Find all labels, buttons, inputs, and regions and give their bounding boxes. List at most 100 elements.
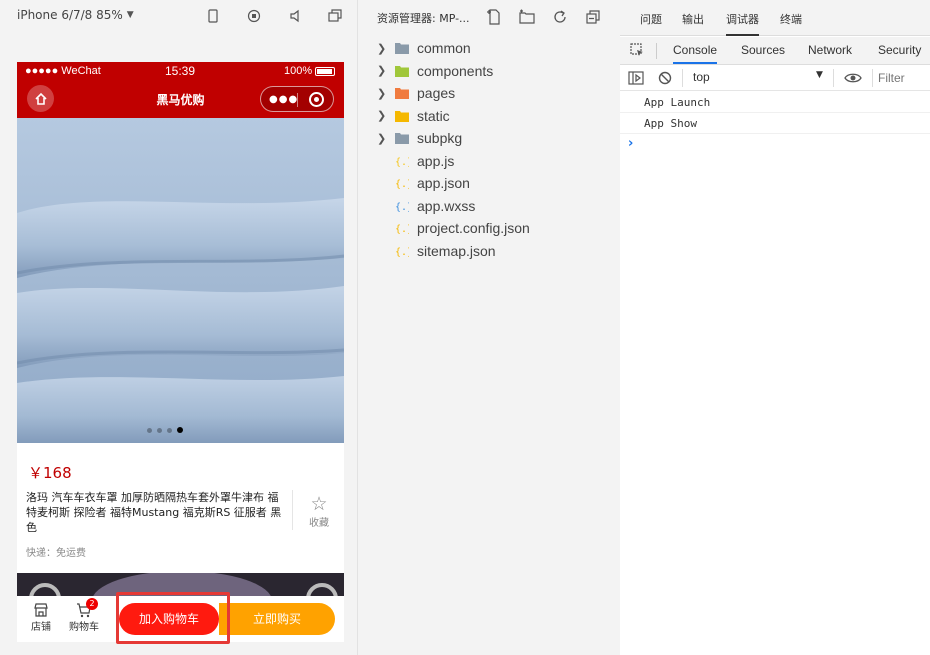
goods-nav: 店铺 2 购物车 加入购物车 立即购买	[17, 596, 344, 642]
tree-folder[interactable]: ❯ common	[359, 37, 620, 59]
record-icon[interactable]	[247, 9, 261, 23]
tab-output[interactable]: 输出	[682, 11, 704, 27]
tree-file[interactable]: {.} app.wxss	[359, 195, 620, 217]
folder-icon	[395, 133, 409, 144]
svg-text:{.}: {.}	[395, 224, 409, 234]
file-icon: {.}	[395, 247, 409, 257]
capsule-divider	[297, 93, 298, 107]
eye-icon[interactable]	[844, 71, 862, 85]
cart-button[interactable]: 2 购物车	[66, 598, 102, 633]
favorite-button[interactable]: ☆ 收藏	[304, 494, 334, 529]
tree-item-label: project.config.json	[417, 220, 530, 236]
file-icon: {.}	[395, 157, 409, 167]
cart-label: 购物车	[69, 622, 99, 633]
context-select[interactable]: top	[693, 70, 710, 84]
tree-file[interactable]: {.} sitemap.json	[359, 240, 620, 262]
svg-text:{.}: {.}	[395, 247, 409, 257]
chevron-right-icon: ❯	[377, 87, 387, 100]
close-miniprogram-icon[interactable]	[309, 92, 324, 107]
tree-folder[interactable]: ❯ components	[359, 60, 620, 82]
battery-percent: 100%	[284, 65, 313, 77]
tree-folder[interactable]: ❯ static	[359, 105, 620, 127]
menu-capsule: ●●●	[260, 86, 334, 112]
goods-swiper[interactable]	[17, 118, 344, 443]
clear-console-icon[interactable]	[658, 71, 672, 85]
divider	[656, 43, 657, 59]
chevron-right-icon: ❯	[377, 110, 387, 122]
battery-icon	[315, 67, 335, 76]
tab-debugger[interactable]: 调试器	[726, 11, 759, 36]
simulator-panel: iPhone 6/7/8 85% ▼ ●●●●● WeChat 15:39 10…	[0, 0, 358, 655]
phone-icon[interactable]	[206, 9, 220, 23]
tree-folder[interactable]: ❯ pages	[359, 82, 620, 104]
tree-item-label: app.js	[417, 152, 455, 169]
tree-item-label: common	[417, 40, 471, 56]
caret-down-icon: ▼	[126, 10, 134, 20]
devtools-panel: 问题 输出 调试器 终端 Console Sources Network Sec…	[620, 0, 930, 655]
goods-name: 洛玛 汽车车衣车罩 加厚防晒隔热车套外罩牛津布 福特麦柯斯 探险者 福特Must…	[26, 491, 282, 534]
shipping-info: 快递：免运费	[26, 548, 86, 559]
tree-file[interactable]: {.} app.js	[359, 150, 620, 172]
tree-item-label: pages	[417, 85, 456, 101]
swiper-dot[interactable]	[167, 427, 172, 433]
file-icon: {.}	[395, 179, 409, 189]
nav-bar: 黑马优购 ●●●	[17, 80, 344, 118]
divider	[682, 69, 683, 87]
shop-button[interactable]: 店铺	[23, 602, 59, 633]
tab-network[interactable]: Network	[808, 43, 852, 57]
context-caret-icon[interactable]: ▼	[816, 70, 823, 80]
tree-folder[interactable]: ❯ subpkg	[359, 127, 620, 149]
devtools-tabs: Console Sources Network Security	[620, 37, 930, 65]
tab-problems[interactable]: 问题	[640, 11, 662, 27]
svg-text:{.}: {.}	[395, 157, 409, 167]
more-icon[interactable]: ●●●	[269, 95, 298, 105]
svg-text:{.}: {.}	[395, 179, 409, 189]
swiper-dot[interactable]	[147, 427, 152, 433]
sidebar-toggle-icon[interactable]	[628, 71, 644, 85]
add-to-cart-button[interactable]: 加入购物车	[119, 603, 219, 635]
chevron-right-icon: ❯	[377, 42, 387, 55]
star-icon: ☆	[310, 493, 328, 515]
shop-label: 店铺	[31, 622, 51, 633]
goods-price: ￥168	[28, 464, 72, 482]
svg-text:{.}: {.}	[395, 202, 409, 212]
refresh-icon[interactable]	[552, 9, 568, 25]
swiper-indicator	[147, 427, 183, 433]
console-log-line: App Launch	[620, 93, 930, 113]
new-file-icon[interactable]	[486, 9, 502, 25]
tree-item-label: app.wxss	[417, 197, 476, 214]
tree-item-label: sitemap.json	[417, 242, 496, 259]
favorite-label: 收藏	[309, 518, 329, 529]
inspect-element-icon[interactable]	[630, 43, 645, 58]
tab-console[interactable]: Console	[673, 43, 718, 64]
tab-terminal[interactable]: 终端	[780, 11, 802, 27]
tab-sources[interactable]: Sources	[741, 43, 785, 57]
tree-file[interactable]: {.} app.json	[359, 172, 620, 194]
file-explorer: 资源管理器: MP-... ❯ common ❯ components ❯ pages ❯ s…	[359, 0, 620, 655]
volume-icon[interactable]	[288, 9, 302, 23]
collapse-all-icon[interactable]	[585, 9, 601, 25]
status-time: 15:39	[165, 64, 196, 78]
new-folder-icon[interactable]	[519, 9, 535, 25]
buy-now-button[interactable]: 立即购买	[219, 603, 335, 635]
multi-window-icon[interactable]	[328, 9, 342, 23]
panel-tabs: 问题 输出 调试器 终端	[620, 0, 930, 36]
console-log-line: App Show	[620, 114, 930, 134]
explorer-title: 资源管理器: MP-...	[377, 12, 470, 25]
swiper-dot[interactable]	[177, 427, 183, 433]
console-toolbar: top ▼	[620, 65, 930, 91]
tree-file[interactable]: {.} project.config.json	[359, 217, 620, 239]
folder-icon	[395, 88, 409, 99]
status-bar: ●●●●● WeChat 15:39 100%	[17, 62, 344, 80]
chevron-right-icon: ❯	[377, 132, 387, 145]
console-prompt[interactable]: ›	[628, 136, 633, 151]
divider	[833, 69, 834, 87]
tab-security[interactable]: Security	[878, 43, 921, 57]
device-label: iPhone 6/7/8 85%	[17, 8, 123, 22]
swiper-dot[interactable]	[157, 427, 162, 433]
tree-item-label: components	[417, 62, 494, 79]
tree-item-label: app.json	[417, 175, 470, 191]
folder-icon	[395, 110, 409, 122]
device-select[interactable]: iPhone 6/7/8 85% ▼	[17, 8, 134, 22]
filter-input[interactable]	[878, 69, 928, 87]
